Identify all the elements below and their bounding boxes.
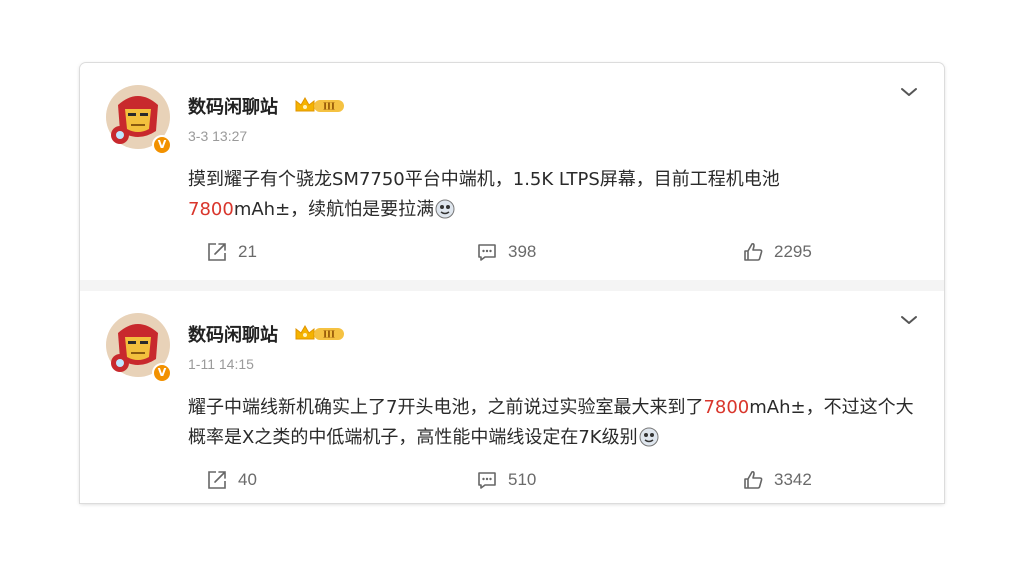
comment-count: 510: [508, 470, 537, 489]
content-highlight: 7800: [703, 397, 750, 418]
vip-badge-icon[interactable]: III: [294, 323, 346, 343]
username[interactable]: 数码闲聊站: [188, 93, 278, 119]
verified-badge: V: [152, 135, 172, 155]
username[interactable]: 数码闲聊站: [188, 321, 278, 347]
content-text: 耀子中端线新机确实上了7开头电池，之前说过实验室最大来到了: [188, 397, 704, 418]
post-content: 耀子中端线新机确实上了7开头电池，之前说过实验室最大来到了7800mAh±，不过…: [188, 393, 916, 453]
share-button[interactable]: 40: [206, 465, 257, 495]
comment-icon: [478, 472, 496, 489]
emoji-icon: [435, 199, 455, 219]
comment-button[interactable]: 510: [476, 465, 536, 495]
comment-icon: [478, 244, 496, 261]
thumbs-up-icon: [744, 242, 763, 261]
emoji-icon: [639, 427, 659, 447]
post-time[interactable]: 1-11 14:15: [188, 356, 254, 372]
content-text: mAh±，续航怕是要拉满: [233, 199, 435, 220]
content-text: 摸到耀子有个骁龙SM7750平台中端机，1.5K LTPS屏幕，目前工程机电池: [188, 169, 780, 190]
share-icon: [208, 243, 226, 261]
comment-button[interactable]: 398: [476, 237, 536, 267]
vip-level: III: [323, 330, 335, 341]
vip-level: III: [323, 102, 335, 113]
content-highlight: 7800: [188, 199, 234, 220]
feed-card: V 数码闲聊站 III 3-3 13:27 摸到耀子有个骁龙SM7750平台中端…: [80, 63, 944, 503]
weibo-post: V 数码闲聊站 III 3-3 13:27 摸到耀子有个骁龙SM7750平台中端…: [80, 63, 944, 280]
like-button[interactable]: 3342: [742, 465, 812, 495]
chevron-down-icon[interactable]: [900, 83, 918, 101]
like-count: 3342: [774, 470, 812, 489]
share-count: 40: [238, 470, 257, 489]
post-time[interactable]: 3-3 13:27: [188, 128, 247, 144]
thumbs-up-icon: [744, 470, 763, 489]
post-actions: 21 398 2295: [80, 237, 944, 267]
share-button[interactable]: 21: [206, 237, 257, 267]
share-count: 21: [238, 242, 257, 261]
comment-count: 398: [508, 242, 537, 261]
chevron-down-icon[interactable]: [900, 311, 918, 329]
post-actions: 40 510 3342: [80, 465, 944, 495]
share-icon: [208, 471, 226, 489]
like-button[interactable]: 2295: [742, 237, 812, 267]
like-count: 2295: [774, 242, 812, 261]
verified-badge: V: [152, 363, 172, 383]
post-content: 摸到耀子有个骁龙SM7750平台中端机，1.5K LTPS屏幕，目前工程机电池 …: [188, 165, 916, 225]
vip-badge-icon[interactable]: III: [294, 95, 346, 115]
